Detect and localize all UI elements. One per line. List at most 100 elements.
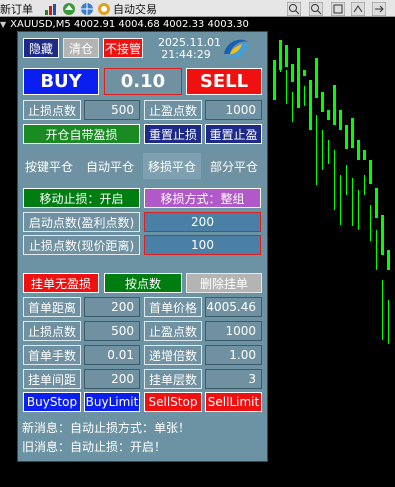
sl-points-label: 止损点数 (23, 100, 81, 120)
first-lot-label: 首单手数 (23, 345, 81, 365)
expert-advisor-icon[interactable] (97, 1, 111, 15)
selllimit-button[interactable]: SellLimit (205, 392, 262, 412)
up-arrow-icon[interactable] (62, 1, 76, 15)
candle-wick (334, 150, 335, 210)
first-price-input[interactable]: 4005.46 (205, 297, 262, 317)
candle-body (327, 110, 330, 120)
candle-body (387, 250, 390, 270)
sl-points-input[interactable]: 500 (84, 100, 140, 120)
chart-shift-icon[interactable] (350, 1, 366, 17)
auto-trading-button[interactable]: 自动交易 (113, 1, 157, 17)
tab-trailing-close[interactable]: 移损平仓 (143, 153, 201, 179)
stop-distance-input[interactable]: 100 (144, 235, 261, 255)
candle-wick (376, 230, 377, 270)
candle-body (279, 40, 282, 70)
candle-wick (352, 178, 353, 226)
collapse-arrow-icon[interactable]: ▼ (0, 20, 6, 29)
candle-wick (358, 190, 359, 230)
candle-wick (316, 115, 317, 185)
candle-body (309, 80, 312, 130)
trading-panel: 隐藏 清仓 不接管 2025.11.01 21:44:29 BUY 0.10 S… (17, 31, 268, 462)
layers-label: 挂单层数 (144, 369, 202, 389)
candle-body (381, 215, 384, 255)
first-price-label: 首单价格 (144, 297, 202, 317)
candle-wick (328, 140, 329, 164)
buy-button[interactable]: BUY (23, 68, 99, 95)
new-message: 新消息：自动止损方式：单张！ (22, 421, 191, 435)
logo-icon (220, 34, 252, 64)
candle-body (369, 160, 372, 184)
interval-label: 挂单间距 (23, 369, 81, 389)
candle-body (315, 58, 318, 98)
candle-wick (382, 280, 383, 340)
chart-symbol-info: ▼ XAUUSD,M5 4002.91 4004.68 4002.33 4003.… (0, 19, 249, 30)
candle-wick (304, 86, 305, 106)
new-order-button[interactable]: 新订单 (0, 1, 33, 17)
globe-icon[interactable] (80, 1, 94, 15)
candle-body (333, 85, 336, 125)
open-with-sltp-button[interactable]: 开仓自带盈损 (23, 124, 140, 144)
candle-body (273, 60, 276, 100)
buylimit-button[interactable]: BuyLimit (84, 392, 140, 412)
pending-sl-label: 止损点数 (23, 321, 81, 341)
pending-tp-label: 止盈点数 (144, 321, 202, 341)
tp-points-input[interactable]: 1000 (205, 100, 262, 120)
tab-partial-close[interactable]: 部分平仓 (205, 153, 263, 179)
candle-body (285, 45, 288, 67)
candle-wick (388, 300, 389, 344)
clock-time: 21:44:29 (161, 48, 211, 61)
candle-wick (364, 175, 365, 195)
by-points-button[interactable]: 按点数 (104, 273, 182, 293)
candle-body (303, 70, 306, 76)
sellstop-button[interactable]: SellStop (144, 392, 202, 412)
layers-input[interactable]: 3 (205, 369, 262, 389)
first-lot-input[interactable]: 0.01 (84, 345, 140, 365)
multiplier-input[interactable]: 1.00 (205, 345, 262, 365)
chart-symbol-text: XAUUSD,M5 4002.91 4004.68 4002.33 4003.3… (10, 19, 249, 30)
buystop-button[interactable]: BuyStop (23, 392, 81, 412)
candle-wick (370, 205, 371, 241)
pending-no-sltp-button[interactable]: 挂单无盈损 (23, 273, 99, 293)
first-distance-input[interactable]: 200 (84, 297, 140, 317)
candle-body (321, 92, 324, 112)
candle-wick (292, 92, 293, 122)
no-takeover-button[interactable]: 不接管 (103, 38, 143, 58)
candle-wick (322, 130, 323, 170)
bar-chart-icon[interactable] (44, 1, 58, 15)
candle-body (375, 188, 378, 218)
candle-wick (340, 175, 341, 225)
stop-distance-label: 止损点数(现价距离) (23, 235, 140, 255)
candle-wick (286, 70, 287, 104)
candle-body (351, 118, 354, 148)
sell-button[interactable]: SELL (186, 68, 262, 95)
tile-windows-icon[interactable] (330, 1, 346, 17)
hide-button[interactable]: 隐藏 (23, 38, 59, 58)
candle-wick (346, 165, 347, 195)
pending-tp-input[interactable]: 1000 (205, 321, 262, 341)
tp-points-label: 止盈点数 (144, 100, 202, 120)
reset-sl-button[interactable]: 重置止损 (144, 124, 202, 144)
tab-auto-close[interactable]: 自动平仓 (82, 153, 138, 179)
reset-tp-button[interactable]: 重置止盈 (205, 124, 262, 144)
zoom-out-icon[interactable] (308, 1, 324, 17)
zoom-in-icon[interactable] (286, 1, 302, 17)
old-message: 旧消息：自动止损：开启！ (22, 440, 167, 454)
trigger-points-label: 启动点数(盈利点数) (23, 212, 140, 232)
clock: 2025.11.01 21:44:29 (158, 37, 221, 61)
autoscroll-icon[interactable] (371, 1, 387, 17)
candle-body (291, 64, 294, 82)
multiplier-label: 递增倍数 (144, 345, 202, 365)
pending-sl-input[interactable]: 500 (84, 321, 140, 341)
trigger-points-input[interactable]: 200 (144, 212, 261, 232)
lot-size-input[interactable]: 0.10 (104, 68, 182, 95)
candle-body (339, 110, 342, 130)
delete-pending-button[interactable]: 删除挂单 (186, 273, 262, 293)
trailing-mode-button[interactable]: 移损方式：整组 (144, 188, 261, 208)
candle-body (363, 150, 366, 160)
trailing-stop-toggle[interactable]: 移动止损：开启 (23, 188, 140, 208)
tab-key-close[interactable]: 按键平仓 (21, 153, 77, 179)
interval-input[interactable]: 200 (84, 369, 140, 389)
clear-all-button[interactable]: 清仓 (63, 38, 99, 58)
candle-body (357, 140, 360, 160)
candle-body (297, 48, 300, 108)
